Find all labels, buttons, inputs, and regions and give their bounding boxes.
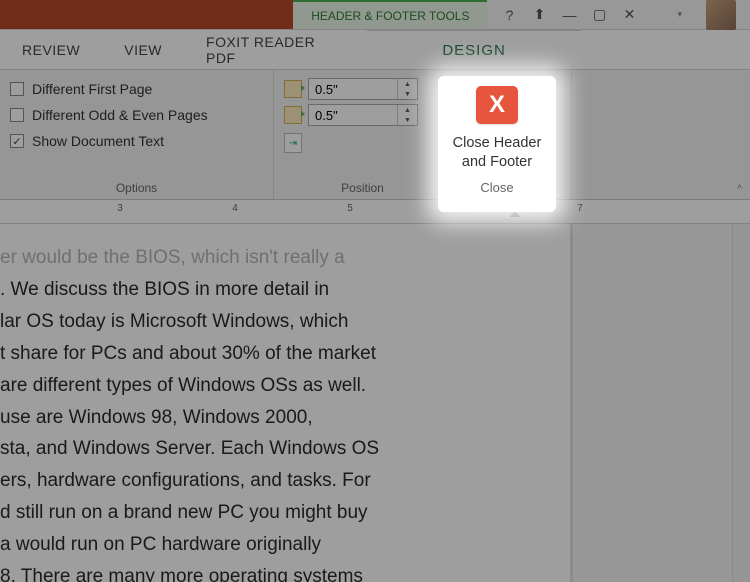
collapse-ribbon-icon[interactable]: ^ <box>737 184 742 195</box>
doc-line: d still run on a brand new PC you might … <box>0 497 570 529</box>
group-label-position: Position <box>284 177 441 197</box>
ribbon-group-position: ▲ ▼ ▲ ▼ ⇥ Position <box>274 70 452 199</box>
ribbon-group-close: X Close Header and Footer Close <box>452 70 572 199</box>
footer-from-bottom-icon <box>284 106 302 124</box>
close-header-footer-button[interactable]: X Close Header and Footer <box>472 76 552 153</box>
right-margin-marker-icon[interactable] <box>510 210 520 218</box>
checkbox-show-document-text[interactable]: ✓ <box>10 134 24 148</box>
label-different-odd-even: Different Odd & Even Pages <box>32 107 208 123</box>
header-from-top-icon <box>284 80 302 98</box>
spinner-up-icon[interactable]: ▲ <box>398 79 417 89</box>
close-x-icon: X <box>492 78 532 114</box>
tab-review[interactable]: REVIEW <box>0 30 102 69</box>
doc-line: lar OS today is Microsoft Windows, which <box>0 306 570 338</box>
contextual-tool-label: HEADER & FOOTER TOOLS <box>293 0 487 29</box>
close-label-line2: and Footer <box>472 136 552 152</box>
tab-view[interactable]: VIEW <box>102 30 184 69</box>
doc-line: sta, and Windows Server. Each Windows OS <box>0 433 570 465</box>
group-label-options: Options <box>10 177 263 197</box>
spinner-down-icon[interactable]: ▼ <box>398 89 417 99</box>
window-controls: ? ⬆ — ▢ ✕ ▾ <box>487 0 750 29</box>
document-body-text[interactable]: er would be the BIOS, which isn't really… <box>0 242 570 582</box>
ruler-number: 5 <box>347 203 353 214</box>
document-page[interactable]: er would be the BIOS, which isn't really… <box>0 224 570 582</box>
close-label-line1: Close Header <box>472 120 552 136</box>
footer-from-bottom-spinner[interactable]: ▲ ▼ <box>308 104 418 126</box>
checkbox-different-odd-even[interactable] <box>10 108 24 122</box>
group-label-close: Close <box>496 177 527 197</box>
ribbon-group-options: Different First Page Different Odd & Eve… <box>0 70 274 199</box>
ribbon-tabs: REVIEW VIEW FOXIT READER PDF DESIGN <box>0 30 750 70</box>
ruler-number: 6 <box>462 203 468 214</box>
ruler-number: 3 <box>117 203 123 214</box>
footer-from-bottom-input[interactable] <box>309 105 397 125</box>
title-bar: HEADER & FOOTER TOOLS ? ⬆ — ▢ ✕ ▾ <box>0 0 750 30</box>
account-dropdown-caret-icon[interactable]: ▾ <box>677 9 688 20</box>
tab-foxit-reader-pdf[interactable]: FOXIT READER PDF <box>184 30 367 69</box>
restore-icon[interactable]: ▢ <box>591 7 607 23</box>
document-margin-area <box>570 224 750 582</box>
ribbon-remainder: ^ <box>572 70 750 199</box>
doc-line: a would run on PC hardware originally <box>0 529 570 561</box>
tab-design[interactable]: DESIGN <box>367 30 581 69</box>
ruler-number: 4 <box>232 203 238 214</box>
help-icon[interactable]: ? <box>501 7 517 23</box>
doc-line: t share for PCs and about 30% of the mar… <box>0 338 570 370</box>
titlebar-app-band <box>0 0 293 29</box>
doc-line: ers, hardware configurations, and tasks.… <box>0 465 570 497</box>
label-show-document-text: Show Document Text <box>32 133 164 149</box>
spinner-up-icon[interactable]: ▲ <box>398 105 417 115</box>
close-window-icon[interactable]: ✕ <box>621 7 637 23</box>
header-from-top-input[interactable] <box>309 79 397 99</box>
doc-line: use are Windows 98, Windows 2000, <box>0 402 570 434</box>
account-avatar[interactable] <box>706 0 736 30</box>
minimize-icon[interactable]: — <box>561 7 577 23</box>
doc-line: er would be the BIOS, which isn't really… <box>0 242 570 274</box>
label-different-first-page: Different First Page <box>32 81 152 97</box>
ruler-number: 7 <box>577 203 583 214</box>
spinner-down-icon[interactable]: ▼ <box>398 115 417 125</box>
header-from-top-spinner[interactable]: ▲ ▼ <box>308 78 418 100</box>
doc-line: are different types of Windows OSs as we… <box>0 370 570 402</box>
checkbox-different-first-page[interactable] <box>10 82 24 96</box>
doc-line: 8. There are many more operating systems <box>0 561 570 582</box>
horizontal-ruler[interactable]: 3 4 5 6 7 <box>0 200 750 224</box>
ribbon-display-options-icon[interactable]: ⬆ <box>531 7 547 23</box>
ribbon: Different First Page Different Odd & Eve… <box>0 70 750 200</box>
document-area: er would be the BIOS, which isn't really… <box>0 224 750 582</box>
insert-alignment-tab-icon[interactable]: ⇥ <box>284 133 302 153</box>
doc-line: . We discuss the BIOS in more detail in <box>0 274 570 306</box>
vertical-scrollbar[interactable] <box>732 224 750 582</box>
